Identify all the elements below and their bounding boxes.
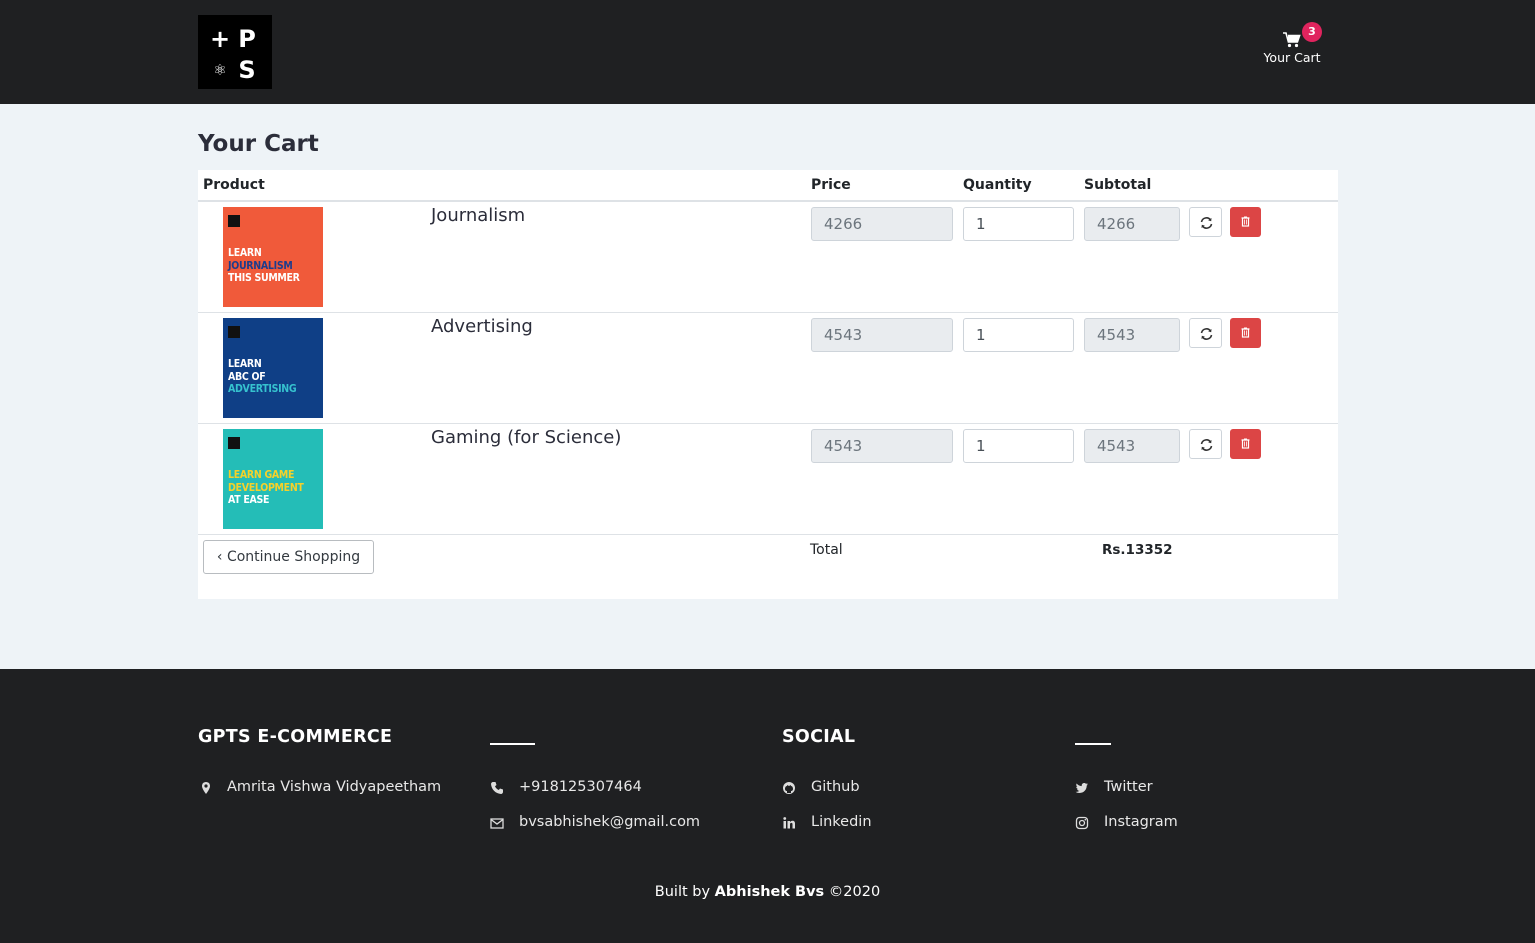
thumbnail-text: ABC OF xyxy=(228,370,266,383)
price-field: 4266 xyxy=(811,207,953,241)
instagram-icon xyxy=(1075,816,1089,830)
nav-cart-link[interactable]: 3 Your Cart xyxy=(1256,22,1328,70)
footer-phone[interactable]: +918125307464 xyxy=(519,779,642,795)
footer-linkedin-link[interactable]: Linkedin xyxy=(811,814,872,830)
footer-address: Amrita Vishwa Vidyapeetham xyxy=(227,779,442,795)
footer-credits: Built by Abhishek Bvs ©2020 xyxy=(0,884,1535,900)
product-thumbnail[interactable]: LEARN GAME DEVELOPMENT AT EASE xyxy=(223,429,323,529)
total-label: Total xyxy=(810,542,843,558)
footer-instagram-link[interactable]: Instagram xyxy=(1104,814,1178,830)
trash-icon xyxy=(1241,438,1250,449)
cart-label: Your Cart xyxy=(1263,50,1321,65)
chevron-left-icon: ‹ xyxy=(216,549,223,565)
cart-row: LEARN JOURNALISM THIS SUMMER Journalism 4266… xyxy=(198,202,1338,313)
continue-shopping-label: Continue Shopping xyxy=(226,549,361,565)
map-marker-icon xyxy=(202,782,210,794)
update-quantity-button[interactable] xyxy=(1189,429,1222,459)
column-header-subtotal: Subtotal xyxy=(1084,177,1152,193)
footer-email[interactable]: bvsabhishek@gmail.com xyxy=(519,814,700,830)
credit-author: Abhishek Bvs xyxy=(714,884,825,900)
subtotal-field: 4266 xyxy=(1084,207,1180,241)
product-name[interactable]: Journalism xyxy=(431,205,525,226)
thumbnail-text: AT EASE xyxy=(228,494,270,506)
thumbnail-text: LEARN xyxy=(228,247,262,259)
site-footer: GPTS E-COMMERCE SOCIAL Amrita Vishwa Vid… xyxy=(0,669,1535,943)
thumbnail-text: LEARN GAME xyxy=(228,469,295,481)
update-quantity-button[interactable] xyxy=(1189,318,1222,348)
footer-social-title: SOCIAL xyxy=(782,727,856,747)
column-header-product: Product xyxy=(203,177,265,193)
footer-brand-title: GPTS E-COMMERCE xyxy=(198,727,393,747)
footer-github-link[interactable]: Github xyxy=(811,779,860,795)
thumbnail-logo-mark xyxy=(228,215,240,227)
footer-divider xyxy=(1075,743,1111,745)
subtotal-field: 4543 xyxy=(1084,429,1180,463)
thumbnail-text: JOURNALISM xyxy=(228,259,293,272)
page-title: Your Cart xyxy=(198,131,319,157)
product-thumbnail[interactable]: LEARN ABC OF ADVERTISING xyxy=(223,318,323,418)
shopping-cart-icon xyxy=(1283,32,1301,48)
top-navbar: + P ⚛ S 3 Your Cart xyxy=(0,0,1535,104)
cart-count-badge: 3 xyxy=(1302,22,1322,42)
product-name[interactable]: Advertising xyxy=(431,316,533,337)
footer-divider xyxy=(490,743,535,745)
linkedin-icon xyxy=(783,817,795,829)
thumbnail-text: DEVELOPMENT xyxy=(228,481,304,494)
logo-s-glyph: S xyxy=(238,56,256,84)
phone-icon xyxy=(491,782,503,794)
thumbnail-text: THIS SUMMER xyxy=(228,272,300,284)
table-header: Product Price Quantity Subtotal xyxy=(198,170,1338,202)
table-footer: ‹ Continue Shopping Total Rs.13352 xyxy=(198,535,1338,599)
product-thumbnail[interactable]: LEARN JOURNALISM THIS SUMMER xyxy=(223,207,323,307)
cart-row: LEARN ABC OF ADVERTISING Advertising 4543 1 45… xyxy=(198,313,1338,424)
site-logo[interactable]: + P ⚛ S xyxy=(198,15,272,89)
trash-icon xyxy=(1241,216,1250,227)
refresh-icon xyxy=(1200,328,1213,340)
github-icon xyxy=(783,782,795,794)
remove-item-button[interactable] xyxy=(1230,318,1261,348)
cart-row: LEARN GAME DEVELOPMENT AT EASE Gaming (for … xyxy=(198,424,1338,535)
quantity-input[interactable]: 1 xyxy=(963,429,1074,463)
remove-item-button[interactable] xyxy=(1230,429,1261,459)
twitter-icon xyxy=(1075,783,1088,793)
refresh-icon xyxy=(1200,217,1213,229)
continue-shopping-button[interactable]: ‹ Continue Shopping xyxy=(203,540,374,574)
subtotal-field: 4543 xyxy=(1084,318,1180,352)
update-quantity-button[interactable] xyxy=(1189,207,1222,237)
trash-icon xyxy=(1241,327,1250,338)
refresh-icon xyxy=(1200,439,1213,451)
total-value: Rs.13352 xyxy=(1102,542,1173,558)
quantity-input[interactable]: 1 xyxy=(963,318,1074,352)
cart-table: Product Price Quantity Subtotal LEARN JOU… xyxy=(198,170,1338,599)
logo-p-glyph: P xyxy=(238,25,256,53)
column-header-quantity: Quantity xyxy=(963,177,1032,193)
column-header-price: Price xyxy=(811,177,851,193)
quantity-input[interactable]: 1 xyxy=(963,207,1074,241)
thumbnail-text: LEARN xyxy=(228,358,262,370)
remove-item-button[interactable] xyxy=(1230,207,1261,237)
thumbnail-text: ADVERTISING xyxy=(228,383,297,395)
envelope-icon xyxy=(490,818,504,829)
credit-year: ©2020 xyxy=(828,884,881,900)
price-field: 4543 xyxy=(811,429,953,463)
credit-prefix: Built by xyxy=(654,884,711,900)
product-name[interactable]: Gaming (for Science) xyxy=(431,427,621,448)
thumbnail-logo-mark xyxy=(228,326,240,338)
price-field: 4543 xyxy=(811,318,953,352)
logo-plus-glyph: + xyxy=(209,25,231,53)
logo-atom-glyph: ⚛ xyxy=(213,61,227,79)
thumbnail-logo-mark xyxy=(228,437,240,449)
footer-twitter-link[interactable]: Twitter xyxy=(1104,779,1153,795)
